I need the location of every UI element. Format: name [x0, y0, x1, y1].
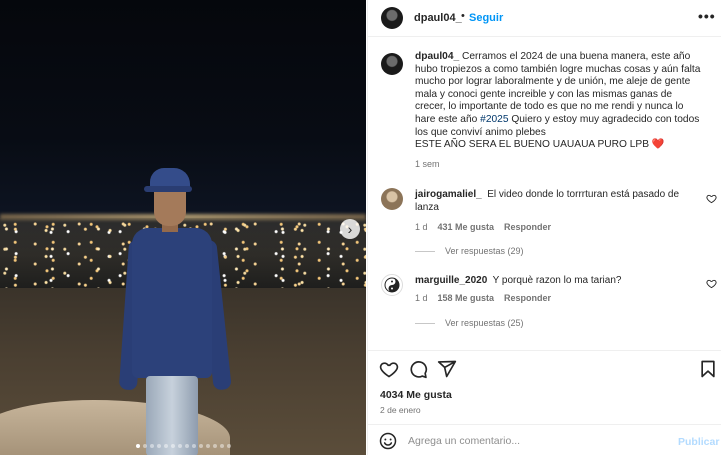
post-caption: dpaul04_ Cerramos el 2024 de una buena m…	[415, 51, 705, 152]
carousel-dot	[205, 444, 210, 448]
reply-button[interactable]: Responder	[504, 222, 551, 232]
carousel-dot	[184, 444, 189, 448]
next-comment-partial	[381, 342, 701, 349]
post-actions: 4034 Me gusta 2 de enero	[368, 350, 721, 421]
carousel-dots	[0, 444, 366, 448]
more-horizontal-icon[interactable]: •••	[698, 8, 716, 24]
heart-emoji: ❤️	[651, 139, 665, 151]
carousel-dot	[226, 444, 231, 448]
carousel-dot	[198, 444, 203, 448]
carousel-dot	[149, 444, 154, 448]
publish-button[interactable]: Publicar	[678, 436, 719, 448]
comment-username[interactable]: marguille_2020	[415, 275, 487, 286]
carousel-dot	[163, 444, 168, 448]
carousel-dot	[191, 444, 196, 448]
carousel-dot	[156, 444, 161, 448]
comment: jairogamaliel_ El video donde lo torrrtu…	[415, 189, 690, 214]
comment-icon[interactable]	[408, 359, 428, 379]
comment-likes[interactable]: 158 Me gusta	[438, 293, 495, 303]
caption-line-2: ESTE AÑO SERA EL BUENO UAUAUA PURO LPB	[415, 139, 650, 151]
post-username[interactable]: dpaul04_	[414, 12, 462, 24]
comment-likes[interactable]: 431 Me gusta	[438, 222, 495, 232]
heart-outline-icon[interactable]	[706, 278, 717, 289]
chevron-right-icon[interactable]: ›	[340, 219, 360, 239]
header-separator: •	[461, 10, 465, 22]
comment-composer: Publicar	[368, 424, 721, 455]
reply-button[interactable]: Responder	[504, 293, 551, 303]
follow-button[interactable]: Seguir	[469, 12, 503, 24]
instagram-post-modal: › dpaul04_ • Seguir ••• dpaul04_ Cerramo…	[0, 0, 721, 455]
carousel-dot	[170, 444, 175, 448]
carousel-dot	[212, 444, 217, 448]
bookmark-icon[interactable]	[698, 359, 718, 379]
comments-scroll-area[interactable]: dpaul04_ Cerramos el 2024 de una buena m…	[368, 37, 721, 349]
comment-username[interactable]: jairogamaliel_	[415, 189, 482, 200]
emoji-icon[interactable]	[379, 432, 397, 450]
likes-count[interactable]: 4034 Me gusta	[380, 389, 452, 401]
comment-time[interactable]: 1 d	[415, 222, 428, 232]
carousel-dot	[219, 444, 224, 448]
comment-text: Y porquè razon lo ma tarian?	[492, 275, 622, 286]
post-photo[interactable]: ›	[0, 0, 366, 455]
carousel-dot	[135, 444, 140, 448]
avatar[interactable]	[381, 188, 403, 210]
hashtag-link[interactable]: #2025	[480, 114, 508, 125]
yin-yang-icon	[384, 277, 400, 293]
view-replies-button[interactable]: Ver respuestas (25)	[415, 318, 524, 328]
post-header: dpaul04_ • Seguir •••	[368, 0, 721, 37]
comment-meta: 1 d 431 Me gusta Responder	[415, 222, 551, 232]
view-replies-button[interactable]: Ver respuestas (29)	[415, 246, 524, 256]
comment: marguille_2020 Y porquè razon lo ma tari…	[415, 275, 690, 288]
carousel-dot	[177, 444, 182, 448]
post-date[interactable]: 2 de enero	[380, 405, 421, 415]
avatar[interactable]	[381, 7, 403, 29]
share-icon[interactable]	[437, 359, 457, 379]
post-side-panel: dpaul04_ • Seguir ••• dpaul04_ Cerramos …	[367, 0, 721, 455]
comment-input[interactable]	[408, 432, 658, 450]
view-replies-label: Ver respuestas (29)	[445, 246, 524, 256]
person-figure	[118, 168, 260, 455]
heart-outline-icon[interactable]	[706, 193, 717, 204]
view-replies-label: Ver respuestas (25)	[445, 318, 524, 328]
caption-username[interactable]: dpaul04_	[415, 51, 459, 62]
heart-outline-icon[interactable]	[379, 359, 399, 379]
caption-timestamp[interactable]: 1 sem	[415, 159, 440, 169]
caption-avatar[interactable]	[381, 53, 403, 75]
carousel-dot	[142, 444, 147, 448]
avatar[interactable]	[381, 274, 403, 296]
comment-time[interactable]: 1 d	[415, 293, 428, 303]
comment-meta: 1 d 158 Me gusta Responder	[415, 293, 551, 303]
